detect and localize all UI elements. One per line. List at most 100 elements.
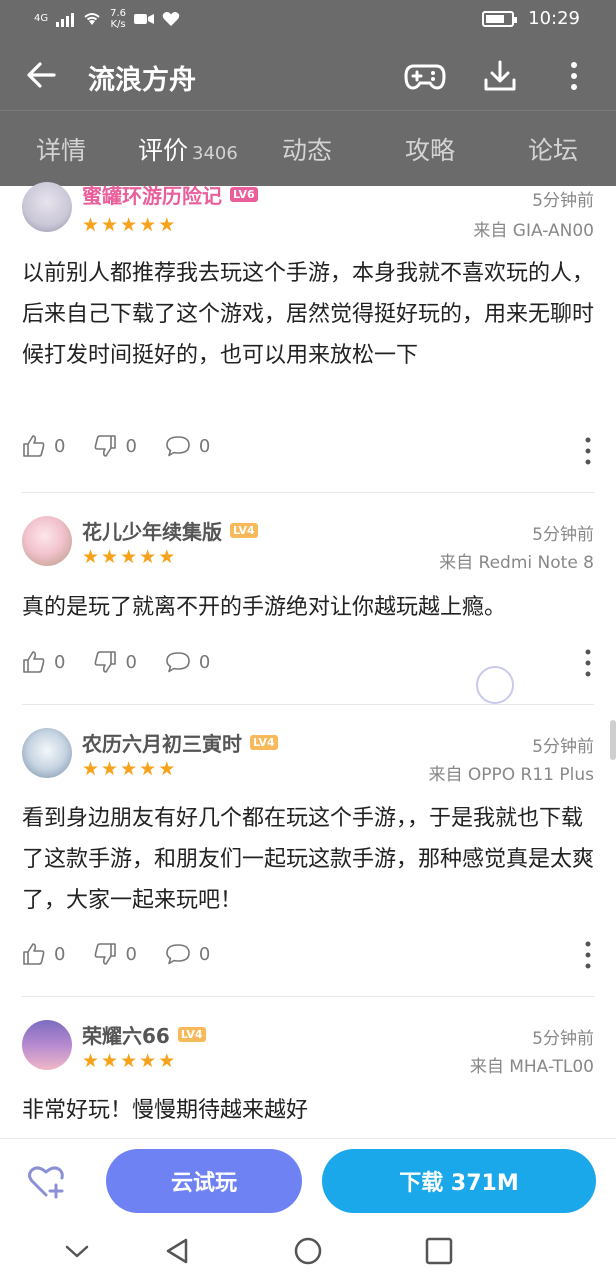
comment-icon — [166, 944, 190, 965]
review-text: 非常好玩！慢慢期待越来越好 — [22, 1098, 309, 1123]
star-icon: ★ — [82, 546, 100, 568]
tab-forum[interactable]: 论坛 — [528, 131, 578, 167]
avatar[interactable] — [22, 516, 72, 566]
star-icon: ★ — [158, 546, 176, 568]
tab-reviews[interactable]: 评价 3406 — [138, 131, 238, 167]
star-icon: ★ — [158, 214, 176, 236]
wifi-icon — [84, 13, 100, 25]
comment-button[interactable]: 0 — [165, 942, 210, 966]
download-icon[interactable] — [482, 58, 518, 94]
star-icon: ★ — [101, 546, 119, 568]
cloud-trial-button[interactable]: 云试玩 — [106, 1149, 302, 1213]
dislike-button[interactable]: 0 — [93, 942, 137, 966]
dislike-count: 0 — [125, 943, 137, 965]
clock: 10:29 — [528, 8, 580, 29]
tab-details[interactable]: 详情 — [36, 131, 86, 167]
star-icon: ★ — [120, 758, 138, 780]
video-icon — [134, 14, 155, 24]
divider — [22, 492, 594, 493]
thumbs-down-icon — [95, 651, 117, 673]
review-username[interactable]: 农历六月初三寅时 LV4 — [82, 728, 278, 757]
tab-label: 详情 — [36, 136, 87, 165]
star-icon: ★ — [120, 546, 138, 568]
star-icon: ★ — [139, 546, 157, 568]
avatar[interactable] — [22, 1020, 72, 1070]
like-count: 0 — [54, 435, 66, 457]
dislike-button[interactable]: 0 — [93, 434, 137, 458]
tab-updates[interactable]: 动态 — [282, 131, 332, 167]
avatar[interactable] — [22, 728, 72, 778]
top-bar: 流浪方舟 — [0, 44, 616, 108]
divider — [22, 704, 594, 705]
review-username[interactable]: 蜜罐环游历险记 LV6 — [82, 180, 258, 209]
like-button[interactable]: 0 — [22, 650, 65, 674]
star-icon: ★ — [82, 214, 100, 236]
signal-icon — [56, 11, 75, 27]
tab-label: 动态 — [282, 136, 333, 165]
review-item: 农历六月初三寅时 LV4 5分钟前 ★ ★ ★ ★ ★ 来自 OPPO R11 Plus … — [0, 724, 616, 994]
tab-label: 论坛 — [528, 136, 579, 165]
more-vertical-icon[interactable] — [582, 940, 594, 970]
review-item: 花儿少年续集版 LV4 5分钟前 ★ ★ ★ ★ ★ 来自 Redmi Note 8 真的… — [0, 512, 616, 702]
status-right: 10:29 — [482, 8, 580, 29]
chevron-down-icon[interactable] — [62, 1236, 92, 1266]
gamepad-icon[interactable] — [404, 58, 446, 94]
network-type-label: 4G — [34, 13, 49, 24]
comment-button[interactable]: 0 — [165, 434, 210, 458]
level-badge: LV4 — [230, 523, 258, 538]
battery-icon — [482, 10, 518, 27]
like-button[interactable]: 0 — [22, 942, 65, 966]
dislike-count: 0 — [125, 435, 137, 457]
review-actions: 0 0 0 — [22, 650, 238, 674]
back-triangle-icon[interactable] — [162, 1236, 192, 1266]
more-vertical-icon[interactable] — [582, 648, 594, 678]
thumbs-up-icon — [23, 651, 45, 673]
thumbs-down-icon — [95, 943, 117, 965]
review-device: 来自 MHA-TL00 — [469, 1057, 594, 1077]
dislike-button[interactable]: 0 — [93, 650, 137, 674]
heart-icon — [162, 12, 180, 26]
avatar[interactable] — [22, 182, 72, 232]
star-icon: ★ — [101, 214, 119, 236]
star-icon: ★ — [120, 1050, 138, 1072]
more-vertical-icon[interactable] — [556, 58, 592, 94]
divider — [22, 996, 594, 997]
more-vertical-icon[interactable] — [582, 436, 594, 466]
tab-guides[interactable]: 攻略 — [405, 131, 455, 167]
review-text: 看到身边朋友有好几个都在玩这个手游，，于是我就也下载了这款手游，和朋友们一起玩这… — [22, 806, 595, 913]
star-icon: ★ — [158, 758, 176, 780]
download-button[interactable]: 下载 371M — [322, 1149, 596, 1213]
recents-square-icon[interactable] — [424, 1236, 454, 1266]
review-device: 来自 Redmi Note 8 — [439, 553, 594, 573]
review-count: 3406 — [192, 143, 238, 164]
tab-label: 评价 — [138, 136, 189, 165]
status-bar: 4G 7.6 K/s 10:29 — [0, 0, 616, 44]
app-header: 4G 7.6 K/s 10:29 流浪方舟 详情 评价 3406 动态 攻略 论… — [0, 0, 616, 186]
review-username[interactable]: 花儿少年续集版 LV4 — [82, 516, 258, 545]
comment-icon — [166, 436, 190, 457]
status-left: 4G 7.6 K/s — [34, 8, 180, 30]
tab-label: 攻略 — [405, 136, 456, 165]
dislike-count: 0 — [125, 651, 137, 673]
like-button[interactable]: 0 — [22, 434, 65, 458]
comment-count: 0 — [198, 435, 211, 457]
home-circle-icon[interactable] — [293, 1236, 323, 1266]
comment-button[interactable]: 0 — [165, 650, 210, 674]
review-username[interactable]: 荣耀六66 LV4 — [82, 1020, 206, 1049]
level-badge: LV4 — [177, 1027, 206, 1042]
review-text: 以前别人都推荐我去玩这个手游，本身我就不喜欢玩的人，后来自己下载了这个游戏，居然… — [22, 261, 595, 368]
star-icon: ★ — [139, 758, 157, 780]
rating-stars: ★ ★ ★ ★ ★ — [82, 1052, 175, 1071]
username-text: 蜜罐环游历险记 — [82, 184, 222, 208]
arrow-left-icon[interactable] — [24, 58, 58, 92]
heart-plus-icon[interactable] — [26, 1161, 66, 1201]
star-icon: ★ — [139, 1050, 157, 1072]
speed-unit: K/s — [110, 19, 126, 30]
star-icon: ★ — [139, 214, 157, 236]
review-time: 5分钟前 — [532, 1029, 594, 1049]
comment-count: 0 — [198, 943, 211, 965]
like-count: 0 — [54, 943, 66, 965]
review-device: 来自 GIA-AN00 — [473, 221, 594, 241]
like-count: 0 — [54, 651, 66, 673]
review-item: 蜜罐环游历险记 LV6 5分钟前 ★ ★ ★ ★ ★ 来自 GIA-AN00 以前别人都推… — [0, 178, 616, 492]
